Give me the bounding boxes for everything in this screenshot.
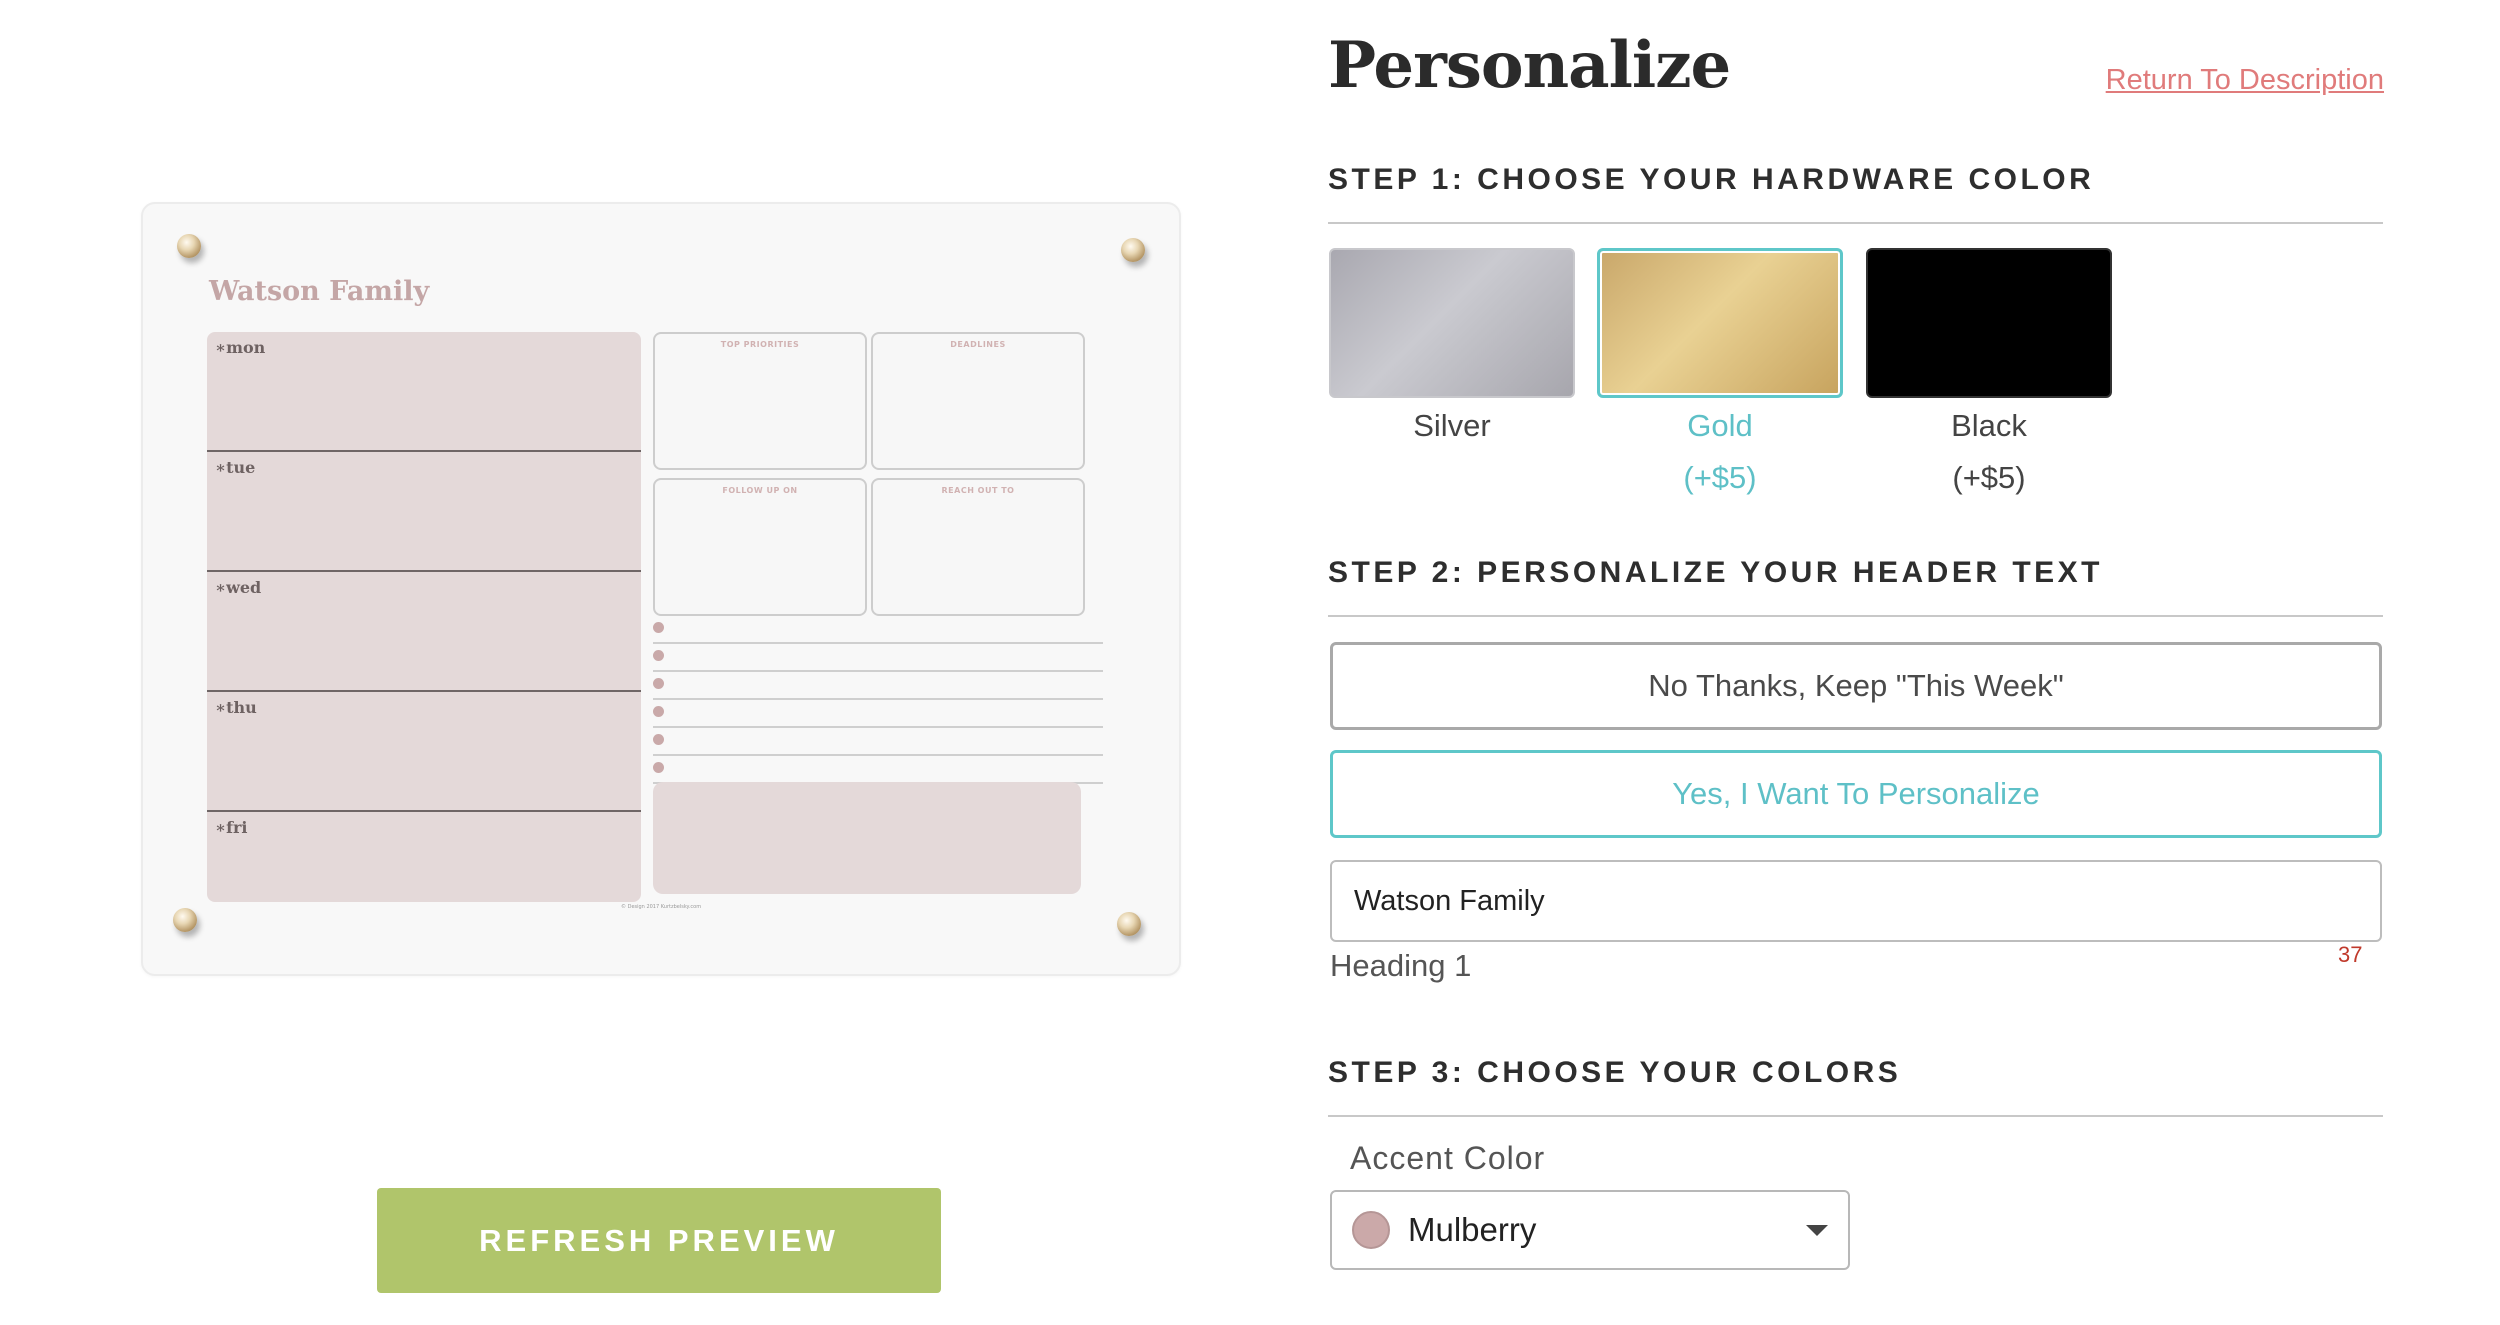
accent-color-select[interactable]: Mulberry (1330, 1190, 1850, 1270)
bullet-dot (653, 622, 664, 633)
pin-top-left (177, 234, 201, 258)
swatch-price-black: (+$5) (1952, 460, 2026, 495)
hardware-swatch-silver[interactable] (1329, 248, 1575, 398)
personalize-header-button[interactable]: Yes, I Want To Personalize (1330, 750, 2382, 838)
chevron-down-icon[interactable] (1806, 1224, 1828, 1236)
box-label: FOLLOW UP ON (722, 486, 798, 495)
step1-title: STEP 1: CHOOSE YOUR HARDWARE COLOR (1328, 163, 2095, 196)
pin-top-right (1121, 238, 1145, 262)
hardware-swatch-black[interactable] (1866, 248, 2112, 398)
char-counter: 37 (2338, 942, 2363, 967)
product-preview: Watson Family ∗mon ∗tue ∗wed ∗thu ∗fri T… (141, 202, 1181, 976)
preview-board-title: Watson Family (209, 276, 430, 307)
step2-title: STEP 2: PERSONALIZE YOUR HEADER TEXT (1328, 556, 2103, 589)
day-label: ∗thu (215, 698, 257, 717)
step3-title: STEP 3: CHOOSE YOUR COLORS (1328, 1056, 1902, 1089)
day-label: ∗tue (215, 458, 256, 477)
accent-color-value: Mulberry (1408, 1211, 1537, 1248)
hardware-swatch-gold[interactable] (1597, 248, 1843, 398)
day-label: ∗wed (215, 578, 262, 597)
keep-default-header-button[interactable]: No Thanks, Keep "This Week" (1330, 642, 2382, 730)
preview-day-wed: ∗wed (207, 572, 641, 692)
preview-day-fri: ∗fri (207, 812, 641, 902)
swatch-price-gold: (+$5) (1683, 460, 1757, 495)
todo-row (653, 644, 1103, 672)
todo-row (653, 700, 1103, 728)
color-swatch-icon (1352, 1211, 1390, 1249)
pin-bottom-left (173, 908, 197, 932)
box-label: DEADLINES (950, 340, 1006, 349)
preview-box-follow-up: FOLLOW UP ON (653, 478, 867, 616)
preview-copyright: © Design 2017 Kurtzbelsky.com (621, 904, 702, 910)
todo-row (653, 728, 1103, 756)
bullet-dot (653, 650, 664, 661)
accent-color-label: Accent Color (1350, 1140, 1546, 1176)
bullet-dot (653, 706, 664, 717)
todo-row (653, 672, 1103, 700)
day-label: ∗fri (215, 818, 248, 837)
step3-divider (1328, 1115, 2383, 1117)
return-to-description-link[interactable]: Return To Description (2106, 64, 2384, 97)
header-input-helper: Heading 1 (1330, 948, 1472, 983)
box-label: TOP PRIORITIES (720, 340, 800, 349)
pin-bottom-right (1117, 912, 1141, 936)
preview-notes-box (653, 782, 1081, 894)
refresh-preview-button[interactable]: REFRESH PREVIEW (377, 1188, 941, 1293)
page-title: Personalize (1328, 28, 1731, 103)
swatch-label-gold[interactable]: Gold (1597, 408, 1843, 444)
bullet-dot (653, 762, 664, 773)
preview-day-thu: ∗thu (207, 692, 641, 812)
preview-day-column: ∗mon ∗tue ∗wed ∗thu ∗fri (207, 332, 641, 902)
preview-day-mon: ∗mon (207, 332, 641, 452)
todo-row (653, 756, 1103, 784)
header-text-input[interactable] (1330, 860, 2382, 942)
box-label: REACH OUT TO (941, 486, 1015, 495)
preview-day-tue: ∗tue (207, 452, 641, 572)
bullet-dot (653, 678, 664, 689)
day-label: ∗mon (215, 338, 266, 357)
preview-box-deadlines: DEADLINES (871, 332, 1085, 470)
preview-box-reach-out: REACH OUT TO (871, 478, 1085, 616)
preview-box-top-priorities: TOP PRIORITIES (653, 332, 867, 470)
swatch-label-silver[interactable]: Silver (1329, 408, 1575, 444)
step1-divider (1328, 222, 2383, 224)
bullet-dot (653, 734, 664, 745)
todo-row (653, 616, 1103, 644)
step2-divider (1328, 615, 2383, 617)
preview-todo-list (653, 616, 1103, 784)
swatch-label-black[interactable]: Black (1866, 408, 2112, 444)
